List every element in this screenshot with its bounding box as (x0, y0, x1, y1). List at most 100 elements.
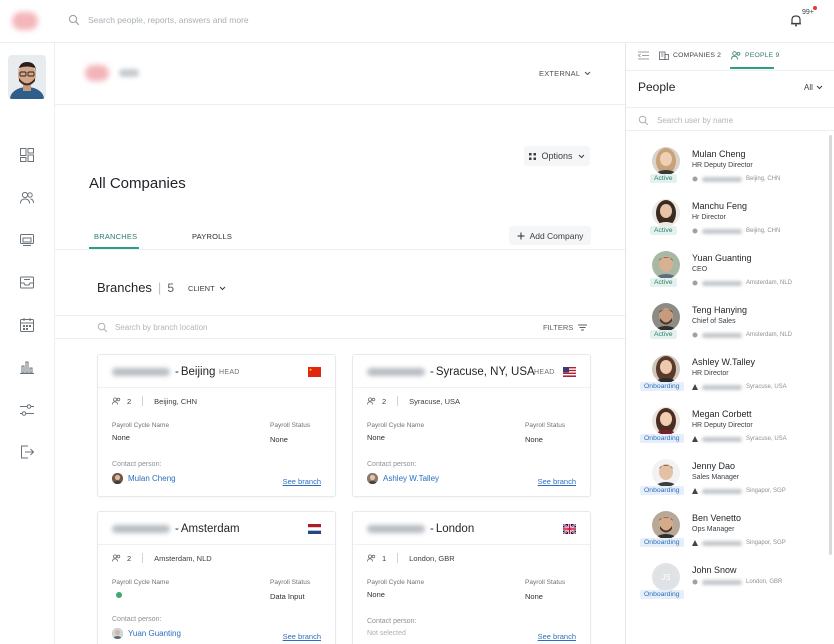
person-row[interactable]: Active Mulan Cheng HR Deputy Director Be… (640, 147, 825, 197)
branch-meta: 2 Syracuse, USA (367, 396, 460, 406)
company-name-redacted (702, 579, 742, 585)
person-name: John Snow (692, 565, 737, 575)
tab-people[interactable]: PEOPLE 9 (731, 51, 779, 60)
person-role: Ops Manager (692, 526, 735, 533)
person-row[interactable]: Onboarding Megan Corbett HR Deputy Direc… (640, 407, 825, 457)
people-scrollbar[interactable] (829, 135, 832, 555)
head-tag: HEAD (219, 369, 240, 376)
company-logo[interactable] (12, 12, 38, 30)
logout-icon[interactable] (19, 444, 35, 460)
filters-label: FILTERS (543, 323, 574, 332)
reports-chart-icon[interactable] (19, 359, 35, 375)
branch-name: - London (367, 523, 474, 535)
company-name-redacted (367, 368, 425, 376)
company-icon (692, 436, 698, 442)
people-title: People (638, 80, 676, 94)
global-search[interactable]: Search people, reports, answers and more (68, 14, 249, 26)
tab-branches[interactable]: BRANCHES (94, 232, 137, 241)
branch-card-london[interactable]: - London 1 London, GBR Payroll Cycle Nam… (352, 511, 591, 644)
branch-card-beijing[interactable]: - Beijing HEAD 2 Beijing, CHN Payroll Cy… (97, 354, 336, 497)
branch-card-amsterdam[interactable]: - Amsterdam 2 Amsterdam, NLD Payroll Cyc… (97, 511, 336, 644)
contact-person-label: Contact person: (112, 461, 162, 468)
external-dropdown[interactable]: EXTERNAL (539, 69, 591, 78)
external-label: EXTERNAL (539, 69, 581, 78)
options-button[interactable]: Options (524, 146, 590, 166)
contact-person-link[interactable]: Yuan Guanting (112, 628, 181, 639)
branch-card-syracuse[interactable]: - Syracuse, NY, USA HEAD 2 Syracuse, USA… (352, 354, 591, 497)
contact-person-label: Contact person: (367, 461, 417, 468)
client-logo (85, 65, 109, 81)
notification-dot (813, 6, 817, 10)
netherlands-flag-icon (308, 524, 321, 534)
person-row[interactable]: Onboarding Ben Venetto Ops Manager Singa… (640, 511, 825, 561)
people-panel: COMPANIES 2 PEOPLE 9 People All Search u… (625, 43, 834, 644)
people-search-placeholder: Search user by name (657, 116, 734, 125)
add-company-label: Add Company (529, 230, 584, 241)
people-icon (367, 397, 376, 405)
people-count: 2 (127, 553, 132, 563)
see-branch-link[interactable]: See branch (283, 632, 321, 641)
branch-name: - Amsterdam (112, 523, 240, 535)
status-badge: Onboarding (640, 538, 684, 547)
person-role: HR Deputy Director (692, 422, 753, 429)
dashboard-icon[interactable] (19, 147, 35, 163)
person-row[interactable]: Active Teng Hanying Chief of Sales Amste… (640, 303, 825, 353)
company-icon (692, 488, 698, 494)
settings-sliders-icon[interactable] (19, 402, 35, 418)
people-icon[interactable] (19, 190, 35, 206)
location-text: Singapor, SGP (746, 540, 786, 546)
tab-companies[interactable]: COMPANIES 2 (659, 51, 721, 60)
client-dropdown[interactable]: CLIENT (188, 284, 226, 293)
location-text: Amsterdam, NLD (746, 280, 793, 286)
tab-payrolls[interactable]: PAYROLLS (192, 232, 232, 241)
initials: JS (653, 564, 679, 590)
contact-avatar (367, 473, 378, 484)
payroll-cycle-label: Payroll Cycle Name (112, 579, 170, 586)
uk-flag-icon (563, 524, 576, 534)
filter-lines-icon (578, 324, 588, 331)
person-row[interactable]: Active Manchu Feng Hr Director Beijing, … (640, 199, 825, 249)
status-badge: Onboarding (640, 434, 684, 443)
global-search-placeholder: Search people, reports, answers and more (88, 15, 249, 25)
notification-count: 99+ (802, 9, 814, 16)
filters-button[interactable]: FILTERS (543, 323, 588, 332)
branch-search-input[interactable]: Search by branch location (97, 322, 208, 333)
person-row[interactable]: Onboarding Ashley W.Talley HR Director S… (640, 355, 825, 405)
collapse-panel-icon[interactable] (638, 51, 649, 60)
payroll-status-value: None (525, 592, 543, 601)
see-branch-link[interactable]: See branch (538, 477, 576, 486)
bell-icon[interactable] (790, 14, 802, 27)
contact-person-link[interactable]: Mulan Cheng (112, 473, 176, 484)
branch-meta: 1 London, GBR (367, 553, 455, 563)
chevron-down-icon (219, 286, 226, 291)
contact-avatar (112, 473, 123, 484)
person-row[interactable]: Active Yuan Guanting CEO Amsterdam, NLD (640, 251, 825, 301)
person-row[interactable]: Onboarding Jenny Dao Sales Manager Singa… (640, 459, 825, 509)
card-header: - Amsterdam (98, 512, 335, 545)
people-search-bar: Search user by name (626, 107, 834, 131)
location-text: Syracuse, USA (746, 436, 787, 442)
people-search-input[interactable]: Search user by name (638, 115, 733, 126)
company-icon (692, 332, 698, 338)
person-name: Teng Hanying (692, 305, 748, 315)
add-company-button[interactable]: Add Company (509, 226, 591, 245)
inbox-icon[interactable] (19, 274, 35, 290)
chevron-down-icon (816, 85, 823, 90)
grid-dots-icon (529, 152, 537, 160)
payroll-icon[interactable] (19, 232, 35, 248)
chevron-down-icon (578, 154, 584, 158)
people-filter-dropdown[interactable]: All (804, 83, 823, 92)
contact-person-link[interactable]: Ashley W.Talley (367, 473, 439, 484)
client-name-redacted (119, 69, 139, 77)
company-name-redacted (112, 525, 170, 533)
branch-meta: 2 Beijing, CHN (112, 396, 197, 406)
see-branch-link[interactable]: See branch (283, 477, 321, 486)
branch-city: London (435, 523, 475, 535)
person-row[interactable]: JS Onboarding John Snow London, GBR (640, 563, 825, 613)
company-name-redacted (112, 368, 170, 376)
divider (397, 553, 399, 563)
user-avatar[interactable] (8, 55, 46, 99)
see-branch-link[interactable]: See branch (538, 632, 576, 641)
panel-tabs: COMPANIES 2 PEOPLE 9 (626, 43, 834, 71)
calendar-icon[interactable] (19, 317, 35, 333)
